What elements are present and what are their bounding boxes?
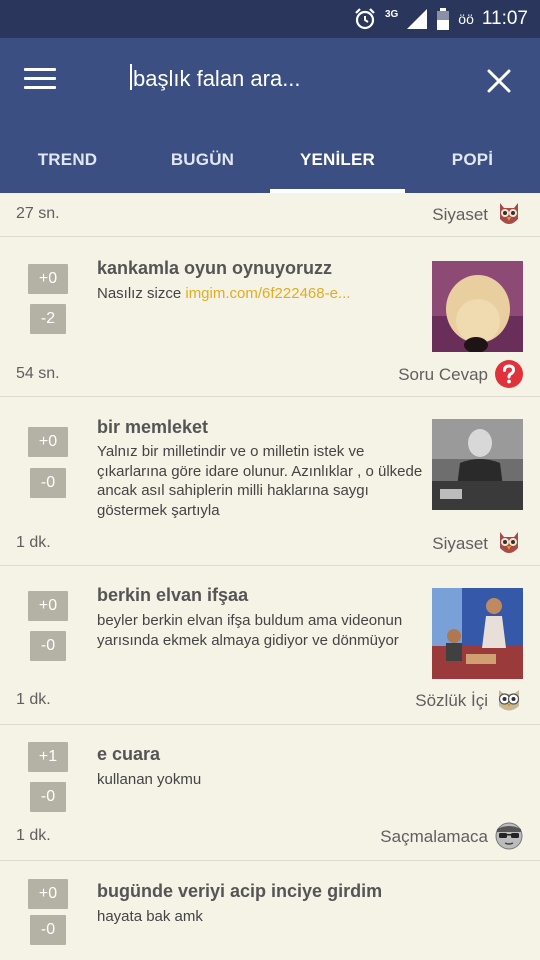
tab-bar: TREND BUGÜN YENİLER POPİ bbox=[0, 136, 540, 193]
downvote-button[interactable]: -0 bbox=[30, 468, 66, 498]
post-body: Yalnız bir milletindir ve o milletin ist… bbox=[97, 443, 423, 519]
post-feed: 27 sn. Siyaset +0 -2 kankamla oyun oynuy… bbox=[0, 193, 540, 960]
post-category[interactable]: Sözlük İçi bbox=[415, 691, 488, 711]
upvote-button[interactable]: +0 bbox=[28, 264, 68, 294]
tab-bugun[interactable]: BUGÜN bbox=[135, 136, 270, 193]
post-meta: 1 dk. Siyaset bbox=[0, 528, 540, 560]
post-link[interactable]: imgim.com/6f222468-e... bbox=[185, 285, 350, 302]
post-thumbnail[interactable] bbox=[432, 419, 523, 510]
close-icon[interactable] bbox=[484, 66, 514, 96]
post-item[interactable]: +1 -0 e cuara kullanan yokmu 1 dk. Saçma… bbox=[0, 725, 540, 861]
upvote-button[interactable]: +0 bbox=[28, 879, 68, 909]
post-item[interactable]: +0 -0 bugünde veriyi acip inciye girdim … bbox=[0, 861, 540, 960]
post-title[interactable]: e cuara bbox=[97, 744, 160, 765]
post-meta: 54 sn. Soru Cevap bbox=[0, 359, 540, 391]
post-title[interactable]: berkin elvan ifşaa bbox=[97, 585, 248, 606]
post-body: beyler berkin elvan ifşa buldum ama vide… bbox=[97, 612, 403, 649]
owl-red-icon bbox=[500, 532, 518, 553]
alarm-clock-icon bbox=[355, 8, 375, 30]
post-category[interactable]: Siyaset bbox=[432, 205, 488, 225]
question-icon bbox=[495, 360, 523, 388]
search-input[interactable]: başlık falan ara... bbox=[130, 64, 450, 100]
search-text: başlık falan ara... bbox=[133, 66, 301, 91]
owl-beige-icon bbox=[498, 690, 520, 711]
post-thumbnail[interactable] bbox=[432, 261, 523, 352]
post-time: 27 sn. bbox=[16, 205, 60, 222]
previous-post-footer: 27 sn. Siyaset bbox=[0, 193, 540, 237]
post-item[interactable]: +0 -0 bir memleket Yalnız bir milletindi… bbox=[0, 397, 540, 566]
downvote-button[interactable]: -0 bbox=[30, 915, 66, 945]
battery-icon bbox=[437, 8, 450, 30]
post-body: kullanan yokmu bbox=[97, 771, 202, 788]
owl-red-icon bbox=[500, 203, 518, 224]
upvote-button[interactable]: +0 bbox=[28, 591, 68, 621]
upvote-button[interactable]: +0 bbox=[28, 427, 68, 457]
post-time: 1 dk. bbox=[16, 691, 51, 708]
post-meta: 1 dk. Sözlük İçi bbox=[0, 685, 540, 717]
clock: 11:07 bbox=[481, 8, 528, 29]
post-title[interactable]: bugünde veriyi acip inciye girdim bbox=[97, 881, 382, 902]
downvote-button[interactable]: -0 bbox=[30, 782, 66, 812]
post-item[interactable]: +0 -2 kankamla oyun oynuyoruzz Nasılız s… bbox=[0, 237, 540, 397]
sunglasses-face-icon bbox=[495, 822, 523, 850]
post-body: hayata bak amk bbox=[97, 908, 203, 925]
post-title[interactable]: bir memleket bbox=[97, 417, 208, 438]
downvote-button[interactable]: -0 bbox=[30, 631, 66, 661]
network-type: 3G bbox=[384, 8, 399, 20]
post-category[interactable]: Siyaset bbox=[432, 534, 488, 554]
post-time: 1 dk. bbox=[16, 827, 51, 844]
hamburger-menu-icon[interactable] bbox=[24, 68, 56, 94]
post-category[interactable]: Saçmalamaca bbox=[380, 827, 488, 847]
tab-trend[interactable]: TREND bbox=[0, 136, 135, 193]
tab-yeniler[interactable]: YENİLER bbox=[270, 136, 405, 193]
post-body: Nasılız sizce imgim.com/6f222468-e... bbox=[97, 284, 427, 304]
post-title[interactable]: kankamla oyun oynuyoruzz bbox=[97, 258, 332, 279]
post-body-text: Nasılız sizce bbox=[97, 285, 186, 302]
post-time: 54 sn. bbox=[16, 365, 60, 382]
upvote-button[interactable]: +1 bbox=[28, 742, 68, 772]
post-item[interactable]: +0 -0 berkin elvan ifşaa beyler berkin e… bbox=[0, 566, 540, 725]
post-category[interactable]: Soru Cevap bbox=[398, 365, 488, 385]
post-time: 1 dk. bbox=[16, 534, 51, 551]
status-bar: 3G öö 11:07 bbox=[0, 0, 540, 38]
post-meta: 1 dk. Saçmalamaca bbox=[0, 821, 540, 853]
signal-icon bbox=[407, 9, 428, 29]
downvote-button[interactable]: -2 bbox=[30, 304, 66, 334]
post-meta: 27 sn. Siyaset bbox=[0, 199, 540, 231]
post-thumbnail[interactable] bbox=[432, 588, 523, 679]
text-caret bbox=[130, 64, 132, 90]
app-toolbar: başlık falan ara... TREND BUGÜN YENİLER … bbox=[0, 38, 540, 193]
operator-label: öö bbox=[458, 11, 474, 27]
tab-popi[interactable]: POPİ bbox=[405, 136, 540, 193]
